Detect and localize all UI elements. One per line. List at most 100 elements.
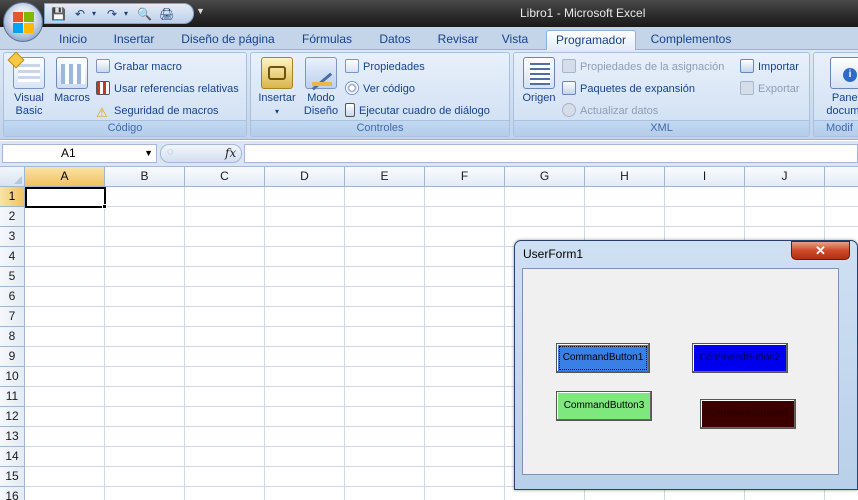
exportar-button[interactable]: Exportar: [740, 80, 800, 98]
group-modificar: i Panel docume Modif: [813, 52, 858, 137]
row-header[interactable]: 6: [0, 287, 25, 307]
ejecutar-label: Ejecutar cuadro de diálogo: [359, 105, 490, 117]
active-cell[interactable]: [25, 187, 106, 208]
macros-label: Macros: [53, 92, 91, 104]
userform-window[interactable]: UserForm1 ✕ CommandButton1 CommandButton…: [514, 240, 858, 490]
paquetes-expansion-button[interactable]: Paquetes de expansión: [562, 80, 695, 98]
tab-formulas[interactable]: Fórmulas: [293, 30, 361, 50]
tab-revisar[interactable]: Revisar: [430, 30, 486, 50]
insertar-control-button[interactable]: Insertar ▾: [255, 57, 299, 118]
row-header[interactable]: 3: [0, 227, 25, 247]
row-header[interactable]: 1: [0, 187, 25, 207]
propiedades-button[interactable]: Propiedades: [345, 58, 425, 76]
row-header[interactable]: 8: [0, 327, 25, 347]
xml-source-icon: [523, 57, 555, 89]
row-header[interactable]: 9: [0, 347, 25, 367]
panel-label-2: docume: [826, 105, 858, 117]
insert-function-icon[interactable]: fx: [225, 146, 236, 160]
group-controles: Insertar ▾ Modo Diseño Propiedades Ver c…: [250, 52, 510, 137]
tab-datos[interactable]: Datos: [370, 30, 420, 50]
grabar-macro-label: Grabar macro: [114, 61, 182, 73]
column-header[interactable]: G: [505, 167, 585, 187]
userform-client-area: CommandButton1 CommandButton2 CommandBut…: [522, 268, 839, 475]
select-all-corner[interactable]: [0, 167, 25, 187]
column-header[interactable]: C: [185, 167, 265, 187]
view-code-icon: [345, 81, 359, 95]
ver-codigo-button[interactable]: Ver código: [345, 80, 415, 98]
grid-vline: [424, 187, 425, 500]
grabar-macro-button[interactable]: Grabar macro: [96, 58, 182, 76]
close-icon[interactable]: ✕: [791, 241, 850, 260]
title-bar: 💾 ↶ ▾ ↷ ▾ 🔍 🖨 ▼ Libro1 - Microsoft Excel: [0, 0, 858, 27]
name-box-dropdown-icon[interactable]: ▼: [144, 145, 153, 162]
tab-programador[interactable]: Programador: [546, 30, 636, 50]
row-header[interactable]: 15: [0, 467, 25, 487]
column-header[interactable]: F: [425, 167, 505, 187]
column-header[interactable]: J: [745, 167, 825, 187]
tab-inicio[interactable]: Inicio: [52, 30, 94, 50]
window-title: Libro1 - Microsoft Excel: [520, 6, 646, 20]
column-header[interactable]: E: [345, 167, 425, 187]
macros-icon: [56, 57, 88, 89]
row-header[interactable]: 5: [0, 267, 25, 287]
column-header[interactable]: D: [265, 167, 345, 187]
grid-vline: [504, 187, 505, 500]
grid-vline: [264, 187, 265, 500]
usar-referencias-button[interactable]: Usar referencias relativas: [96, 80, 239, 98]
exportar-label: Exportar: [758, 83, 800, 95]
command-button-3[interactable]: CommandButton3: [556, 391, 652, 421]
row-header[interactable]: 10: [0, 367, 25, 387]
command-button-1[interactable]: CommandButton1: [556, 343, 650, 373]
row-header[interactable]: 16: [0, 487, 25, 500]
insert-controls-icon: [261, 57, 293, 89]
tab-vista[interactable]: Vista: [494, 30, 536, 50]
formula-bar: A1 ▼ ◌ fx: [0, 141, 858, 167]
visual-basic-button[interactable]: Visual Basic: [7, 51, 50, 118]
document-panel-icon: i: [830, 57, 858, 89]
origen-button[interactable]: Origen: [518, 57, 560, 105]
grid-hline: [25, 226, 858, 227]
actualizar-datos-button[interactable]: Actualizar datos: [562, 102, 658, 120]
formula-expand-icon[interactable]: ◌: [167, 146, 174, 158]
ejecutar-cuadro-button[interactable]: Ejecutar cuadro de diálogo: [345, 102, 490, 120]
row-header[interactable]: 12: [0, 407, 25, 427]
grid-vline: [184, 187, 185, 500]
row-header[interactable]: 4: [0, 247, 25, 267]
column-header[interactable]: [825, 167, 858, 187]
fill-handle[interactable]: [102, 204, 107, 209]
grid-hline: [25, 206, 858, 207]
tab-insertar[interactable]: Insertar: [103, 30, 165, 50]
row-header[interactable]: 13: [0, 427, 25, 447]
formula-input[interactable]: [244, 144, 858, 163]
name-box[interactable]: A1 ▼: [2, 144, 157, 163]
row-header[interactable]: 14: [0, 447, 25, 467]
seguridad-macros-button[interactable]: ⚠ Seguridad de macros: [96, 102, 219, 120]
macros-button[interactable]: Macros: [52, 57, 92, 105]
importar-button[interactable]: Importar: [740, 58, 799, 76]
ver-codigo-label: Ver código: [363, 83, 415, 95]
row-header[interactable]: 7: [0, 307, 25, 327]
run-dialog-icon: [345, 103, 355, 117]
expansion-packs-icon: [562, 81, 576, 95]
row-header[interactable]: 11: [0, 387, 25, 407]
propiedades-asignacion-button[interactable]: Propiedades de la asignación: [562, 58, 724, 76]
formula-controls: ◌ fx: [160, 144, 242, 163]
refresh-data-icon: [562, 103, 576, 117]
propiedades-asignacion-label: Propiedades de la asignación: [580, 61, 725, 73]
modo-diseno-button[interactable]: Modo Diseño: [301, 57, 341, 118]
userform-title: UserForm1: [523, 247, 584, 261]
tab-diseno-pagina[interactable]: Diseño de página: [174, 30, 282, 50]
tab-complementos[interactable]: Complementos: [644, 30, 738, 50]
row-header[interactable]: 2: [0, 207, 25, 227]
command-button-4[interactable]: CommandButton4: [700, 399, 796, 429]
map-properties-icon: [562, 59, 576, 73]
command-button-2[interactable]: CommandButton2: [692, 343, 788, 373]
column-header[interactable]: I: [665, 167, 745, 187]
column-header[interactable]: B: [105, 167, 185, 187]
properties-icon: [345, 59, 359, 73]
office-button[interactable]: [3, 2, 43, 42]
column-header[interactable]: H: [585, 167, 665, 187]
panel-documento-button[interactable]: i Panel docume: [824, 57, 858, 118]
column-header[interactable]: A: [25, 167, 105, 187]
actualizar-label: Actualizar datos: [580, 105, 659, 117]
